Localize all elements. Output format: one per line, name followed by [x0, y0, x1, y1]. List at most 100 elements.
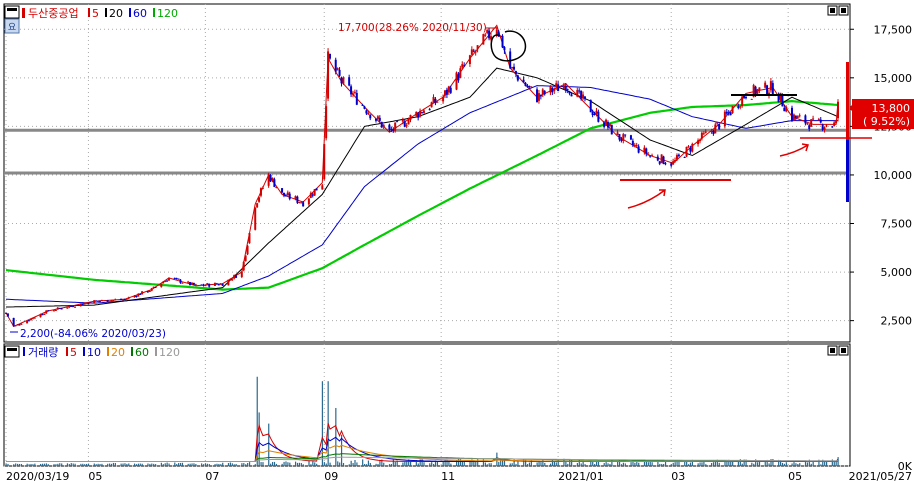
- candle-body: [16, 324, 19, 326]
- current-price-label: 13,800 ( 9.52%): [849, 99, 914, 129]
- candle-body: [470, 49, 473, 55]
- candle-body: [240, 271, 243, 277]
- candle-body: [570, 94, 573, 97]
- legend-swatch-20: [105, 8, 107, 17]
- volume-bar: [339, 462, 341, 466]
- candle-body: [595, 110, 598, 114]
- candle-body: [114, 299, 117, 301]
- volume-bar: [151, 463, 153, 466]
- candle-body: [660, 154, 663, 163]
- volume-bar: [617, 461, 619, 466]
- volume-bar: [638, 462, 640, 466]
- candle-body: [482, 34, 485, 45]
- candle-body: [549, 85, 552, 93]
- volume-bar: [114, 463, 116, 466]
- volume-bar: [262, 462, 264, 466]
- candle-body: [204, 285, 207, 287]
- candle-body: [731, 106, 734, 113]
- volume-bar: [781, 462, 784, 466]
- candle-body: [645, 148, 648, 155]
- volume-bar: [686, 461, 688, 466]
- volume-bar: [406, 461, 408, 466]
- x-tick-label: 07: [205, 470, 219, 482]
- candle-body: [823, 127, 826, 130]
- candle-body: [526, 85, 529, 88]
- candle-body: [457, 74, 460, 81]
- stock-title: 두산중공업: [28, 7, 79, 20]
- volume-bar: [785, 462, 787, 466]
- candle-body: [580, 90, 583, 99]
- volume-bar: [661, 463, 663, 466]
- candle-body: [758, 87, 761, 91]
- candle-body: [476, 45, 479, 50]
- volume-bar: [47, 464, 49, 466]
- volume-bar: [160, 462, 162, 466]
- volume-bar: [147, 463, 149, 466]
- candle-body: [342, 77, 345, 84]
- panel-settings-icon[interactable]: [4, 5, 20, 19]
- candle-body: [248, 233, 251, 244]
- volume-settings-icon[interactable]: [4, 345, 20, 358]
- candle-body: [597, 111, 600, 122]
- volume-bar: [107, 463, 109, 466]
- volume-bar: [122, 463, 124, 466]
- candle-body: [187, 281, 190, 283]
- candle-body: [229, 279, 232, 281]
- volume-bar: [663, 464, 665, 466]
- volume-bar: [93, 463, 95, 466]
- volume-bar: [544, 462, 546, 466]
- volume-bar: [812, 461, 814, 466]
- volume-bar: [178, 463, 180, 466]
- volume-bar: [511, 463, 513, 466]
- volume-bar: [768, 463, 770, 466]
- x-tick-label: 2020/03/19: [6, 470, 69, 482]
- candle-body: [555, 83, 558, 88]
- svg-text:요: 요: [8, 22, 16, 33]
- candle-body: [206, 283, 209, 286]
- candle-body: [150, 288, 153, 291]
- candle-body: [112, 299, 115, 301]
- candle-body: [167, 277, 170, 281]
- candle-body: [313, 189, 316, 196]
- candle-body: [286, 192, 289, 196]
- candle-body: [361, 104, 364, 106]
- volume-bar: [367, 460, 370, 466]
- candle-body: [300, 202, 303, 204]
- volume-bar: [302, 464, 304, 466]
- volume-bar: [622, 462, 624, 466]
- volume-bar: [555, 462, 557, 466]
- volume-bar: [620, 464, 623, 466]
- candle-body: [396, 121, 399, 123]
- candle-body: [66, 307, 69, 309]
- candle-body: [382, 124, 385, 127]
- candle-body: [273, 179, 276, 187]
- candle-body: [553, 89, 556, 91]
- candle-body: [74, 306, 77, 308]
- candle-body: [718, 124, 721, 130]
- volume-bar: [34, 463, 36, 466]
- volume-bar: [70, 463, 72, 466]
- candle-body: [325, 106, 328, 139]
- volume-bar: [13, 464, 15, 466]
- candle-body: [83, 303, 86, 305]
- candle-body: [390, 129, 393, 131]
- volume-bar: [243, 463, 245, 466]
- candle-body: [754, 86, 757, 95]
- volume-bar: [162, 464, 164, 466]
- candle-body: [750, 98, 753, 100]
- candle-body: [20, 323, 23, 325]
- candle-body: [45, 310, 48, 314]
- volume-bar: [15, 463, 17, 466]
- candle-body: [254, 207, 257, 230]
- candle-body: [54, 309, 57, 311]
- candle-body: [139, 293, 142, 295]
- candle-body: [217, 284, 220, 286]
- candle-body: [658, 161, 661, 164]
- candle-body: [242, 261, 245, 271]
- volume-bar: [421, 459, 423, 466]
- volume-bar: [764, 461, 766, 466]
- volume-bar: [229, 462, 231, 466]
- candle-body: [712, 130, 715, 135]
- current-change-text: ( 9.52%): [863, 115, 910, 128]
- candle-body: [405, 125, 408, 127]
